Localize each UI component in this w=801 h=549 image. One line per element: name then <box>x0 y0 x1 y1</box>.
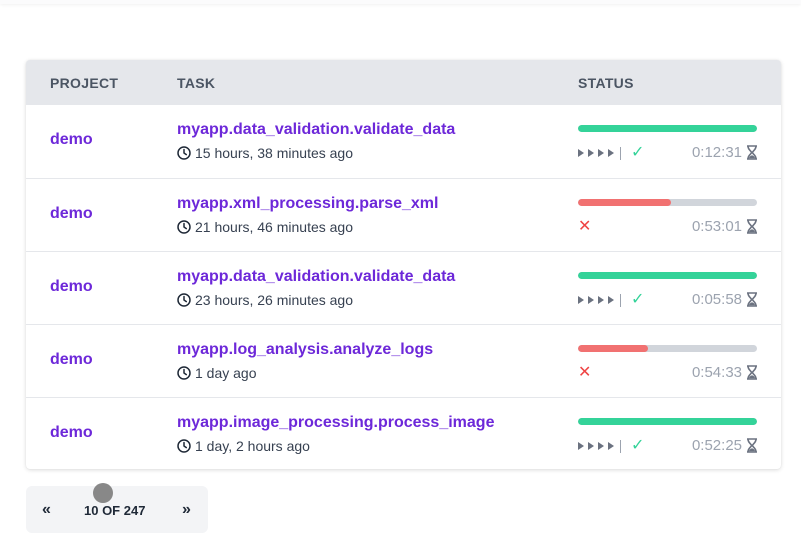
table-row: demo myapp.log_analysis.analyze_logs 1 d… <box>26 324 781 397</box>
progress-bar <box>578 125 757 132</box>
progress-bar <box>578 199 757 206</box>
time-ago: 15 hours, 38 minutes ago <box>195 145 353 161</box>
time-ago: 1 day ago <box>195 365 257 381</box>
task-duration: 0:05:58 <box>692 291 758 308</box>
progress-bar <box>578 418 757 425</box>
table-row: demo myapp.image_processing.process_imag… <box>26 397 781 469</box>
check-icon: ✓ <box>631 144 645 161</box>
play-icon <box>578 442 584 450</box>
table-body: demo myapp.data_validation.validate_data… <box>26 105 781 469</box>
clock-icon <box>177 366 191 380</box>
project-link[interactable]: demo <box>50 424 93 442</box>
top-bar <box>0 0 801 4</box>
task-link[interactable]: myapp.data_validation.validate_data <box>177 268 455 286</box>
status-icons: ✓ <box>578 145 644 161</box>
play-icon <box>588 296 594 304</box>
play-icon <box>588 442 594 450</box>
task-link[interactable]: myapp.xml_processing.parse_xml <box>177 195 438 213</box>
header-task: TASK <box>177 75 216 91</box>
separator <box>620 293 621 307</box>
hourglass-icon <box>747 145 757 160</box>
time-ago: 21 hours, 46 minutes ago <box>195 219 353 235</box>
check-icon: ✓ <box>631 437 645 454</box>
task-duration: 0:53:01 <box>692 218 758 235</box>
mouse-cursor <box>93 483 113 503</box>
x-icon: ✕ <box>578 218 592 235</box>
task-table: PROJECT TASK STATUS demo myapp.data_vali… <box>26 60 781 469</box>
page-indicator: 10 OF 247 <box>84 503 146 518</box>
progress-fill <box>578 345 648 352</box>
duration-value: 0:52:25 <box>691 437 742 454</box>
task-time: 1 day, 2 hours ago <box>177 438 310 454</box>
table-row: demo myapp.data_validation.validate_data… <box>26 251 781 324</box>
play-icon <box>578 296 584 304</box>
play-icon <box>608 296 614 304</box>
duration-value: 0:12:31 <box>691 144 742 161</box>
task-duration: 0:54:33 <box>692 364 758 381</box>
project-link[interactable]: demo <box>50 131 93 149</box>
hourglass-icon <box>747 219 757 234</box>
time-ago: 1 day, 2 hours ago <box>195 438 310 454</box>
task-duration: 0:52:25 <box>692 437 758 454</box>
play-icon <box>608 149 614 157</box>
table-header: PROJECT TASK STATUS <box>26 60 781 105</box>
status-icons: ✓ <box>578 292 644 308</box>
table-row: demo myapp.xml_processing.parse_xml 21 h… <box>26 178 781 251</box>
task-link[interactable]: myapp.data_validation.validate_data <box>177 121 455 139</box>
check-icon: ✓ <box>631 291 645 308</box>
task-time: 23 hours, 26 minutes ago <box>177 292 353 308</box>
duration-value: 0:54:33 <box>691 364 742 381</box>
task-time: 1 day ago <box>177 365 257 381</box>
progress-fill <box>578 125 757 132</box>
project-link[interactable]: demo <box>50 205 93 223</box>
duration-value: 0:53:01 <box>691 218 742 235</box>
play-icon <box>598 149 604 157</box>
progress-fill <box>578 418 757 425</box>
clock-icon <box>177 220 191 234</box>
clock-icon <box>177 439 191 453</box>
table-row: demo myapp.data_validation.validate_data… <box>26 105 781 178</box>
task-link[interactable]: myapp.image_processing.process_image <box>177 414 494 432</box>
status-icons: ✕ <box>578 219 591 235</box>
hourglass-icon <box>747 292 757 307</box>
next-page-button[interactable]: » <box>182 501 191 519</box>
hourglass-icon <box>747 365 757 380</box>
x-icon: ✕ <box>578 364 592 381</box>
play-icon <box>598 296 604 304</box>
clock-icon <box>177 146 191 160</box>
play-icon <box>578 149 584 157</box>
pagination: « 10 OF 247 » <box>26 486 208 533</box>
hourglass-icon <box>747 438 757 453</box>
task-duration: 0:12:31 <box>692 144 758 161</box>
status-icons: ✕ <box>578 365 591 381</box>
status-icons: ✓ <box>578 438 644 454</box>
play-icon <box>598 442 604 450</box>
project-link[interactable]: demo <box>50 351 93 369</box>
progress-fill <box>578 272 757 279</box>
prev-page-button[interactable]: « <box>42 501 51 519</box>
play-icon <box>588 149 594 157</box>
progress-bar <box>578 345 757 352</box>
duration-value: 0:05:58 <box>691 291 742 308</box>
project-link[interactable]: demo <box>50 278 93 296</box>
separator <box>620 146 621 160</box>
time-ago: 23 hours, 26 minutes ago <box>195 292 353 308</box>
progress-fill <box>578 199 672 206</box>
header-status: STATUS <box>578 75 634 91</box>
task-link[interactable]: myapp.log_analysis.analyze_logs <box>177 341 433 359</box>
task-time: 21 hours, 46 minutes ago <box>177 219 353 235</box>
task-time: 15 hours, 38 minutes ago <box>177 145 353 161</box>
progress-bar <box>578 272 757 279</box>
play-icon <box>608 442 614 450</box>
separator <box>620 439 621 453</box>
header-project: PROJECT <box>50 75 119 91</box>
clock-icon <box>177 293 191 307</box>
